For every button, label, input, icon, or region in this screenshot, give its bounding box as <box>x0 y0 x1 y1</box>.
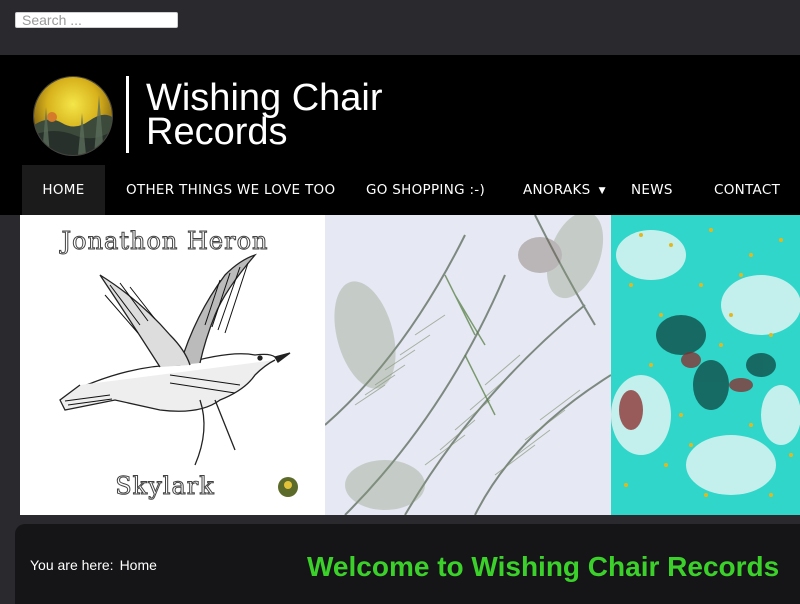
nav-item-label: GO SHOPPING :-) <box>366 182 486 198</box>
skylark-illustration <box>59 253 298 497</box>
nav-item-label: NEWS <box>631 182 673 198</box>
album-title: Skylark <box>115 472 215 501</box>
welcome-heading: Welcome to Wishing Chair Records <box>307 551 780 582</box>
breadcrumb-prefix: You are here: <box>30 557 114 573</box>
nav-item-label: OTHER THINGS WE LOVE TOO <box>126 182 336 198</box>
nav-item-label: CONTACT <box>714 182 781 198</box>
nav-item-home[interactable]: HOME <box>22 165 105 215</box>
image-banner: Jonathon Heron Skylark <box>20 215 800 515</box>
turquoise-art-image[interactable] <box>611 215 800 515</box>
breadcrumb-home-link[interactable]: Home <box>120 557 157 573</box>
top-bar <box>0 0 800 55</box>
nav-item-label: ANORAKS <box>523 182 591 198</box>
nav-item-go-shopping[interactable]: GO SHOPPING :-) <box>366 165 485 215</box>
chevron-down-icon: ▼ <box>598 186 606 196</box>
logo-divider <box>126 76 129 153</box>
nav-item-news[interactable]: NEWS <box>631 165 673 215</box>
nav-item-anoraks[interactable]: ANORAKS ▼ <box>523 165 606 215</box>
site-title-line2: Records <box>146 111 288 153</box>
site-title[interactable]: Wishing Chair Records <box>146 77 446 153</box>
nav-item-contact[interactable]: CONTACT <box>714 165 780 215</box>
search-input[interactable] <box>15 12 178 28</box>
site-title-line1: Wishing Chair <box>146 77 383 119</box>
leaf-art-image[interactable] <box>325 215 611 515</box>
site-header: Wishing Chair Records HOME OTHER THINGS … <box>0 55 800 215</box>
nav-item-label: HOME <box>42 182 85 198</box>
breadcrumb: You are here: Home <box>30 557 157 573</box>
main-content: You are here: Home Welcome to Wishing Cha… <box>15 524 800 604</box>
main-nav: HOME OTHER THINGS WE LOVE TOO GO SHOPPIN… <box>22 165 800 215</box>
site-logo[interactable] <box>33 76 113 156</box>
album-cover-image[interactable]: Jonathon Heron Skylark <box>20 215 325 515</box>
nav-item-other-things[interactable]: OTHER THINGS WE LOVE TOO <box>126 165 335 215</box>
turquoise-art <box>611 215 800 515</box>
leaf-art <box>325 215 611 515</box>
